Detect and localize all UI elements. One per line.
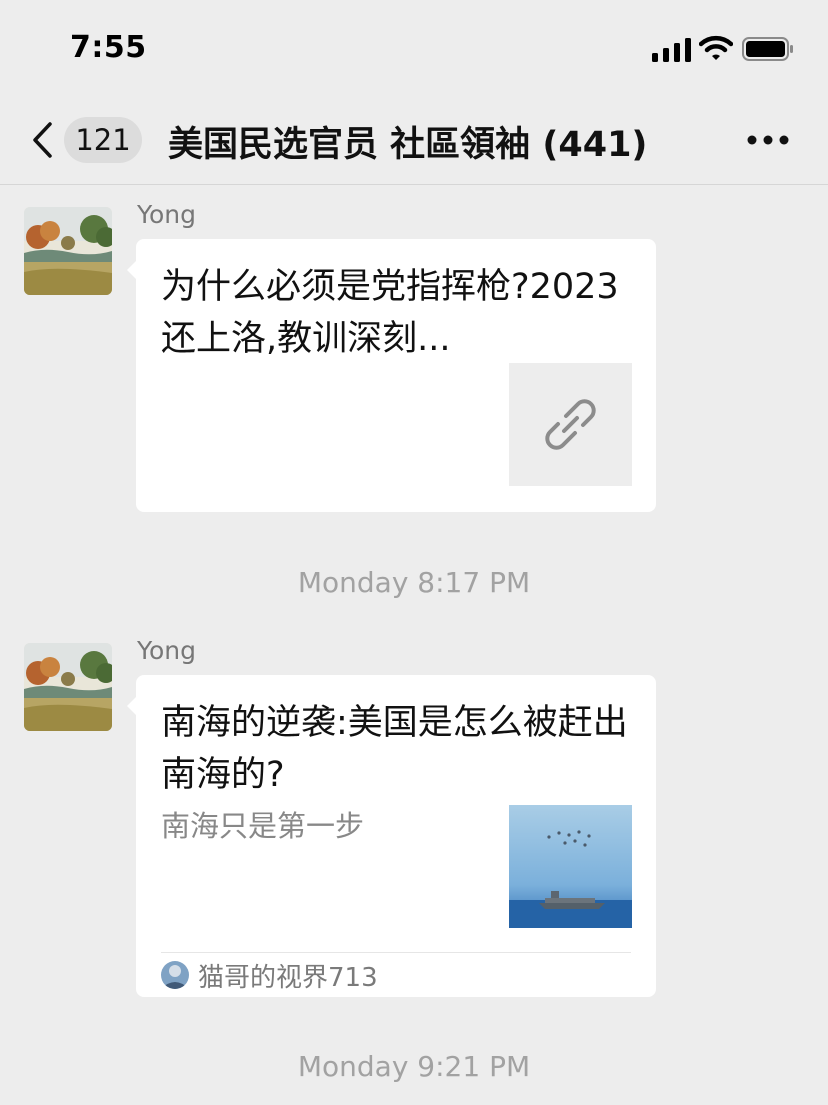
source-avatar-icon: [161, 961, 189, 989]
article-title: 南海的逆袭:美国是怎么被赶出南海的?: [161, 703, 628, 795]
card-divider: [161, 952, 631, 953]
cellular-signal-icon: [652, 38, 691, 62]
status-time: 7:55: [70, 30, 147, 65]
unread-count-badge[interactable]: 121: [64, 117, 142, 163]
link-thumbnail: [509, 363, 632, 486]
timestamp: Monday 8:17 PM: [297, 566, 531, 599]
sender-name: Yong: [137, 636, 196, 665]
link-card[interactable]: 为什么必须是党指挥枪?2023还上洛,教训深刻...: [127, 239, 656, 512]
article-thumbnail: [509, 805, 632, 928]
sender-name: Yong: [137, 200, 196, 229]
chevron-left-icon[interactable]: [30, 121, 54, 159]
link-title: 为什么必须是党指挥枪?2023还上洛,教训深刻...: [161, 267, 619, 359]
article-description: 南海只是第一步: [161, 809, 365, 843]
avatar[interactable]: [24, 207, 112, 295]
battery-icon: [742, 37, 793, 61]
article-card[interactable]: 南海的逆袭:美国是怎么被赶出南海的? 南海只是第一步 猫哥的视界713: [127, 675, 656, 997]
link-icon: [545, 399, 596, 450]
timestamp: Monday 9:21 PM: [297, 1050, 531, 1083]
wifi-icon: [699, 35, 733, 60]
article-source[interactable]: 猫哥的视界713: [198, 957, 378, 994]
chat-title: 美国民选官员 社區領袖 (441): [168, 125, 648, 165]
more-options-icon[interactable]: [746, 134, 790, 146]
aircraft-carrier-photo: [509, 805, 632, 928]
status-bar: 7:55: [0, 0, 828, 100]
avatar[interactable]: [24, 643, 112, 731]
